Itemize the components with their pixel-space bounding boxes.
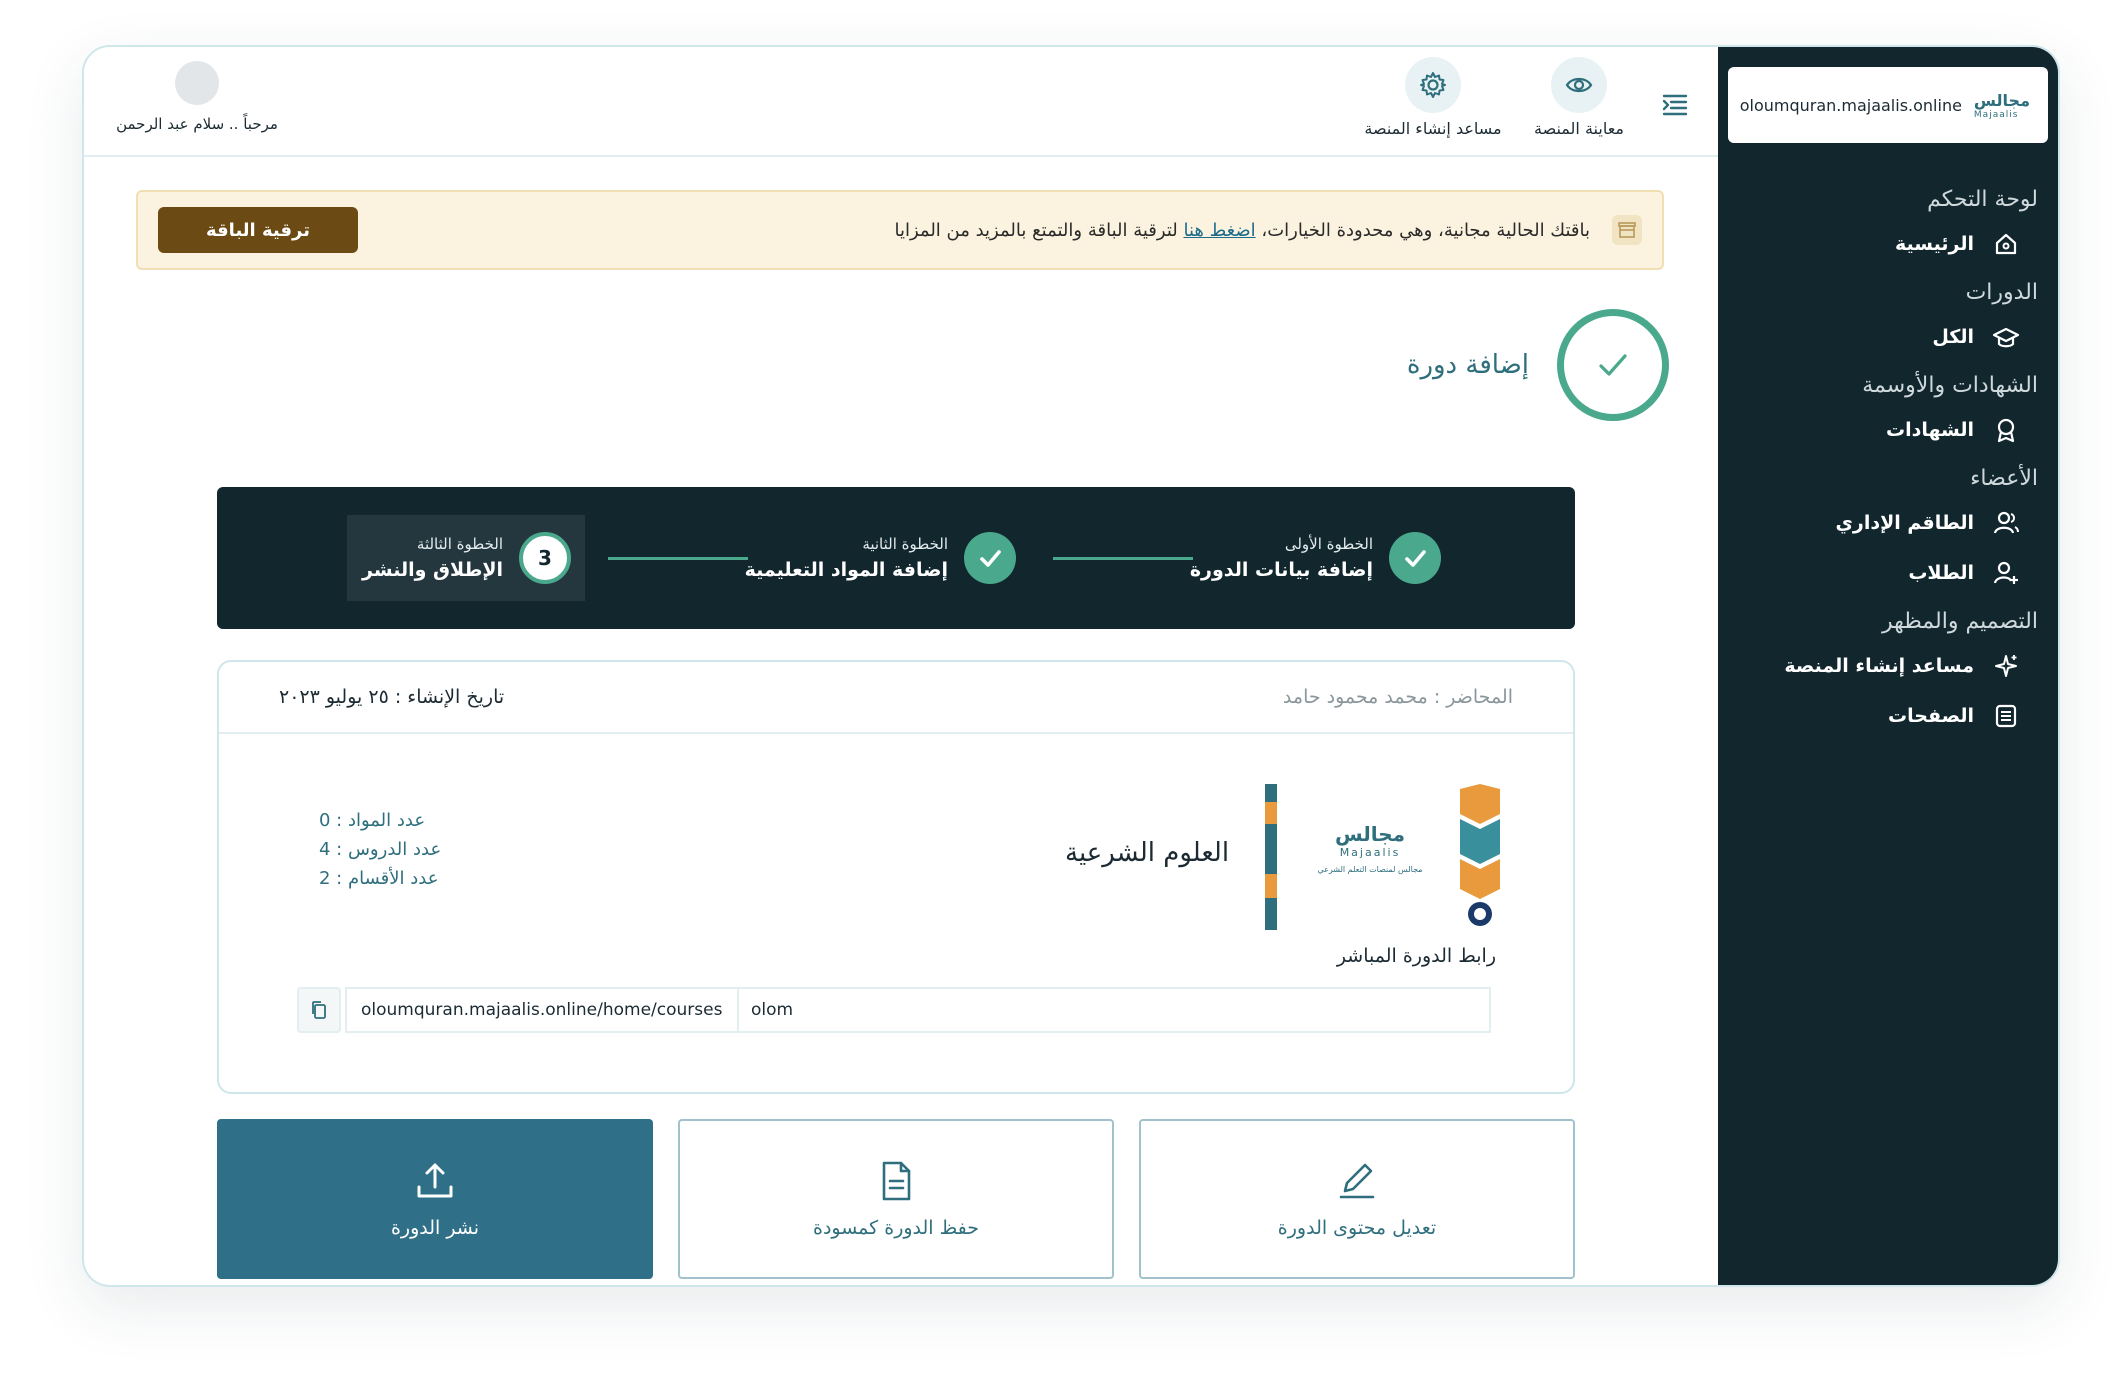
course-slug-input[interactable] [739, 987, 1491, 1033]
course-url-row: oloumquran.majaalis.online/home/courses [297, 987, 1491, 1033]
sidebar-item-home[interactable]: الرئيسية [1738, 230, 2038, 258]
check-icon [964, 532, 1016, 584]
step-3: 3 الخطوة الثالثة الإطلاق والنشر [347, 515, 585, 601]
lecturer-name: المحاضر : محمد محمود حامد [1282, 686, 1513, 708]
upload-icon [417, 1163, 453, 1198]
upgrade-plan-button[interactable]: ترقية الباقة [158, 207, 358, 253]
home-icon [1995, 233, 2017, 255]
sidebar: مجالس Majaalis oloumquran.majaalis.onlin… [1718, 47, 2058, 1285]
eye-icon [1551, 57, 1607, 113]
user-greeting: مرحباً .. سلام عبد الرحمن [116, 115, 278, 133]
save-draft-label: حفظ الدورة كمسودة [812, 1217, 980, 1239]
upgrade-banner: باقتك الحالية مجانية، وهي محدودة الخيارا… [136, 190, 1664, 270]
sidebar-item-pages[interactable]: الصفحات [1738, 702, 2038, 730]
pencil-icon [1339, 1163, 1375, 1199]
platform-wizard-button[interactable]: مساعد إنشاء المنصة [1358, 57, 1508, 138]
step-connector [1053, 557, 1193, 560]
course-url-prefix: oloumquran.majaalis.online/home/courses [345, 987, 739, 1033]
step-1-title: إضافة بيانات الدورة [1189, 559, 1373, 581]
banner-text: باقتك الحالية مجانية، وهي محدودة الخيارا… [358, 220, 1590, 241]
sidebar-nav: لوحة التحكم الرئيسية الدورات الكل الشهاد… [1738, 177, 2038, 752]
success-header: إضافة دورة [1269, 305, 1669, 425]
app-window: معاينة المنصة مساعد إنشاء المنصة مرحباً … [82, 45, 2060, 1287]
banner-text-after: لترقية الباقة والتمتع بالمزيد من المزايا [894, 219, 1184, 241]
preview-platform-button[interactable]: معاينة المنصة [1514, 57, 1644, 138]
course-counts: عدد المواد : 0 عدد الدروس : 4 عدد الأقسا… [319, 810, 441, 897]
users-icon [1993, 511, 2019, 534]
step-1-number: الخطوة الأولى [1284, 535, 1373, 553]
sidebar-item-certificates[interactable]: الشهادات [1738, 416, 2038, 444]
step-1: الخطوة الأولى إضافة بيانات الدورة [1176, 515, 1455, 601]
platform-wizard-label: مساعد إنشاء المنصة [1364, 119, 1502, 138]
step-3-title: الإطلاق والنشر [362, 559, 503, 581]
step-connector [608, 557, 748, 560]
top-bar: معاينة المنصة مساعد إنشاء المنصة مرحباً … [84, 47, 1718, 157]
sidebar-item-students[interactable]: الطلاب [1738, 559, 2038, 587]
preview-platform-label: معاينة المنصة [1534, 119, 1624, 138]
materials-count: عدد المواد : 0 [319, 810, 426, 831]
check-circle-icon [1557, 309, 1669, 421]
majaalis-logo: مجالس Majaalis مجالس لمنصات التعلم الشرع… [1305, 822, 1435, 874]
award-icon [1997, 418, 2015, 443]
sidebar-item-label: الكل [1932, 326, 1974, 348]
sidebar-item-all-courses[interactable]: الكل [1738, 323, 2038, 351]
check-icon [1389, 532, 1441, 584]
store-icon [1612, 215, 1642, 245]
nav-section-members[interactable]: الأعضاء [1738, 466, 2038, 491]
sidebar-logo-arabic: مجالس [1973, 90, 2030, 110]
document-icon [882, 1161, 911, 1201]
user-plus-icon [1993, 561, 2018, 584]
sidebar-item-wizard[interactable]: مساعد إنشاء المنصة [1738, 652, 2038, 680]
pages-icon [1995, 704, 2017, 728]
copy-icon[interactable] [297, 987, 341, 1033]
logo-english-text: Majaalis [1339, 846, 1401, 859]
step-3-badge: 3 [519, 532, 571, 584]
sidebar-item-staff[interactable]: الطاقم الإداري [1738, 509, 2038, 537]
sections-count: عدد الأقسام : 2 [319, 868, 439, 889]
course-card-header: تاريخ الإنشاء : ٢٥ يوليو ٢٠٢٣ المحاضر : … [219, 662, 1573, 734]
platform-domain-box[interactable]: مجالس Majaalis oloumquran.majaalis.onlin… [1728, 67, 2048, 143]
step-3-number: الخطوة الثالثة [416, 535, 503, 553]
creation-date: تاريخ الإنشاء : ٢٥ يوليو ٢٠٢٣ [279, 686, 505, 708]
nav-section-design[interactable]: التصميم والمظهر [1738, 609, 2038, 634]
step-2-number: الخطوة الثانية [862, 535, 948, 553]
user-menu[interactable]: مرحباً .. سلام عبد الرحمن [102, 61, 292, 133]
sparkles-icon [1995, 655, 2017, 677]
sidebar-item-label: الرئيسية [1895, 233, 1974, 255]
platform-domain: oloumquran.majaalis.online [1739, 95, 1962, 115]
menu-toggle-icon[interactable] [1660, 89, 1690, 119]
nav-section-dashboard[interactable]: لوحة التحكم [1738, 187, 2038, 212]
publish-course-label: نشر الدورة [390, 1217, 480, 1239]
sidebar-item-label: الشهادات [1885, 419, 1974, 441]
steps-progress: الخطوة الأولى إضافة بيانات الدورة الخطوة… [217, 487, 1575, 629]
live-link-label: رابط الدورة المباشر [1336, 945, 1496, 967]
course-card: تاريخ الإنشاء : ٢٥ يوليو ٢٠٢٣ المحاضر : … [217, 660, 1575, 1094]
lessons-count: عدد الدروس : 4 [319, 839, 442, 860]
step-2: الخطوة الثانية إضافة المواد التعليمية [731, 515, 1030, 601]
graduation-cap-icon [1992, 327, 2020, 348]
sidebar-item-label: الصفحات [1888, 705, 1974, 727]
banner-text-before: باقتك الحالية مجانية، وهي محدودة الخيارا… [1255, 219, 1590, 241]
course-name: العلوم الشرعية [1065, 838, 1230, 868]
nav-section-certificates[interactable]: الشهادات والأوسمة [1738, 373, 2038, 398]
course-logo: مجالس Majaalis مجالس لمنصات التعلم الشرع… [1265, 784, 1505, 930]
logo-arabic-text: مجالس [1334, 822, 1406, 846]
save-draft-button[interactable]: حفظ الدورة كمسودة [678, 1119, 1114, 1279]
gear-icon [1405, 57, 1461, 113]
publish-course-button[interactable]: نشر الدورة [217, 1119, 653, 1279]
upgrade-link[interactable]: اضغط هنا [1183, 220, 1255, 241]
edit-content-button[interactable]: تعديل محتوى الدورة [1139, 1119, 1575, 1279]
sidebar-item-label: مساعد إنشاء المنصة [1784, 655, 1974, 677]
nav-section-courses[interactable]: الدورات [1738, 280, 2038, 305]
majaalis-logo: مجالس Majaalis [1974, 83, 2030, 127]
sidebar-item-label: الطاقم الإداري [1835, 512, 1974, 534]
step-2-title: إضافة المواد التعليمية [744, 559, 948, 581]
sidebar-logo-english: Majaalis [1973, 109, 2019, 120]
page-title: إضافة دورة [1406, 350, 1529, 380]
avatar[interactable] [175, 61, 219, 105]
edit-content-label: تعديل محتوى الدورة [1277, 1217, 1437, 1239]
logo-subtitle: مجالس لمنصات التعلم الشرعي [1317, 865, 1423, 874]
sidebar-item-label: الطلاب [1908, 562, 1974, 584]
